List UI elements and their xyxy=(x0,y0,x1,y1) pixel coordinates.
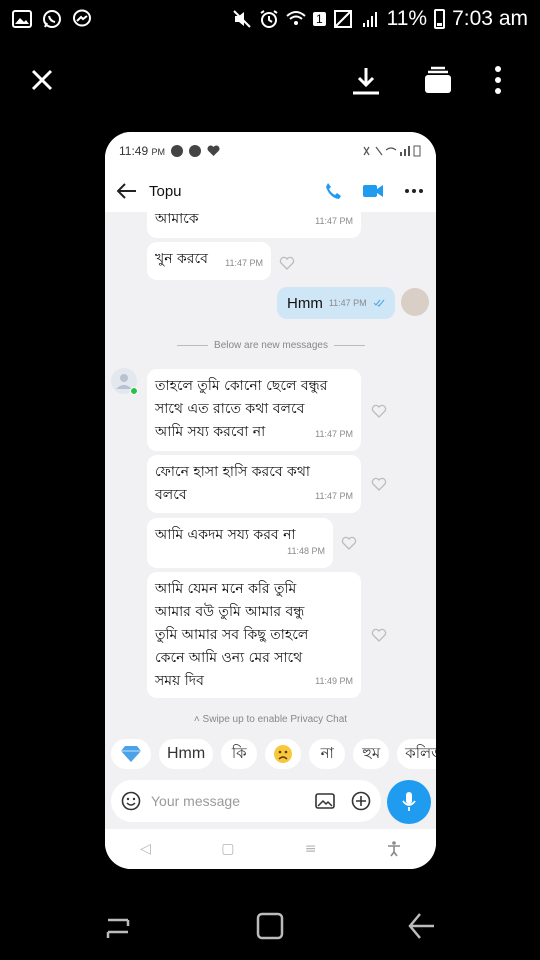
phone-time: 11:49 xyxy=(119,144,149,158)
divider-line xyxy=(333,345,366,346)
messenger-notification-icon xyxy=(73,9,91,27)
save-to-collection-button[interactable] xyxy=(418,60,458,100)
messenger-mini-icon-2 xyxy=(188,145,201,157)
gallery-notification-icon xyxy=(12,10,32,28)
no-sim-icon xyxy=(333,10,352,28)
worried-emoji-icon xyxy=(274,745,293,763)
contact-name[interactable]: Topu xyxy=(149,183,182,200)
phone-nav-bar: ◁ ▢ ≡ xyxy=(105,829,436,869)
status-bar: 1 11% 7:03 am xyxy=(0,0,540,38)
privacy-hint-text: Swipe up to enable Privacy Chat xyxy=(202,714,348,725)
message-time: 11:48 PM xyxy=(287,546,325,556)
alarm-icon xyxy=(260,10,278,28)
messenger-mini-icon xyxy=(170,145,183,157)
battery-icon xyxy=(434,9,446,29)
divider-label: Below are new messages xyxy=(214,340,328,351)
voice-record-button[interactable] xyxy=(387,780,431,824)
battery-percent: 11% xyxy=(386,7,428,30)
download-button[interactable] xyxy=(346,60,386,100)
menu-lines-icon[interactable]: ≡ xyxy=(305,841,317,857)
message-time: 11:49 PM xyxy=(315,676,353,686)
phone-status-icons xyxy=(363,145,421,157)
phone-clock: 11:49 PM xyxy=(119,144,165,158)
close-icon xyxy=(31,69,53,91)
quick-reply-chip[interactable]: না xyxy=(309,739,346,769)
emoji-chip[interactable] xyxy=(265,739,302,769)
download-icon xyxy=(353,68,379,95)
voice-call-icon[interactable] xyxy=(324,182,342,200)
shared-screenshot[interactable]: 11:49 PM Topu আমাকে 11:47 PM খুন করবে 11… xyxy=(105,132,436,869)
back-icon[interactable] xyxy=(404,908,440,944)
quick-reply-chip[interactable]: Hmm xyxy=(159,739,214,769)
message-bubble[interactable]: আমি একদম সয্য করব না 11:48 PM xyxy=(147,518,333,568)
heart-react-icon[interactable] xyxy=(341,536,357,550)
heart-react-icon[interactable] xyxy=(371,477,387,491)
sent-message-bubble[interactable]: Hmm 11:47 PM xyxy=(277,287,395,319)
accessibility-icon[interactable] xyxy=(387,841,401,857)
heart-react-icon[interactable] xyxy=(371,628,387,642)
chevron-up-icon: ˄ xyxy=(193,714,200,725)
message-time: 11:47 PM xyxy=(315,216,353,226)
message-time: 11:47 PM xyxy=(315,429,353,439)
message-bubble[interactable]: আমি যেমন মনে করি তুমি আমার বউ তুমি আমার … xyxy=(147,572,361,698)
wifi-icon xyxy=(286,11,306,25)
sticker-chip[interactable] xyxy=(111,739,151,769)
microphone-icon xyxy=(402,792,416,811)
add-icon[interactable] xyxy=(351,791,371,811)
home-icon[interactable] xyxy=(252,908,288,944)
heart-mini-icon xyxy=(207,145,220,156)
phone-status-bar: 11:49 PM xyxy=(105,132,436,170)
message-time: 11:47 PM xyxy=(328,298,367,308)
quick-reply-chip[interactable]: কি xyxy=(221,739,258,769)
heart-react-icon[interactable] xyxy=(279,256,295,270)
heart-react-icon[interactable] xyxy=(371,404,387,418)
divider-line xyxy=(177,345,209,346)
online-dot xyxy=(130,387,138,395)
recent-apps-icon[interactable] xyxy=(100,908,136,944)
message-time: 11:47 PM xyxy=(225,258,263,268)
gallery-icon[interactable] xyxy=(315,792,335,810)
close-button[interactable] xyxy=(22,60,62,100)
more-options-button[interactable] xyxy=(478,60,518,100)
message-input[interactable]: Your message xyxy=(151,793,315,809)
image-viewer-toolbar xyxy=(0,52,540,108)
clock: 7:03 am xyxy=(452,7,528,30)
privacy-chat-hint[interactable]: ˄ Swipe up to enable Privacy Chat xyxy=(105,714,436,725)
home-square-icon[interactable]: ▢ xyxy=(221,841,234,857)
message-text: Hmm xyxy=(287,294,323,312)
new-messages-divider: Below are new messages xyxy=(177,340,366,351)
quick-reply-chip[interactable]: হুম xyxy=(353,739,390,769)
my-avatar xyxy=(401,288,429,316)
message-bubble[interactable]: আমাকে 11:47 PM xyxy=(147,204,361,238)
collection-icon xyxy=(425,66,451,93)
delivered-check-icon xyxy=(373,299,385,307)
quick-reply-chip[interactable]: কলিজা xyxy=(397,739,436,769)
mute-icon xyxy=(233,10,251,28)
quick-reply-bar: Hmm কি না হুম কলিজা xyxy=(105,736,436,772)
back-arrow-icon[interactable] xyxy=(117,183,137,199)
video-call-icon[interactable] xyxy=(362,183,384,199)
emoji-icon[interactable] xyxy=(121,791,141,811)
whatsapp-notification-icon xyxy=(43,10,61,28)
system-nav-bar xyxy=(0,890,540,960)
phone-ampm: PM xyxy=(151,147,165,157)
back-triangle-icon[interactable]: ◁ xyxy=(140,841,151,857)
contact-avatar[interactable] xyxy=(111,368,138,395)
message-bubble[interactable]: তাহলে তুমি কোনো ছেলে বন্ধুর সাথে এত রাতে… xyxy=(147,369,361,451)
message-bubble[interactable]: খুন করবে 11:47 PM xyxy=(147,242,271,280)
signal-icon xyxy=(362,12,377,27)
more-vertical-icon xyxy=(495,66,501,94)
message-bubble[interactable]: ফোনে হাসা হাসি করবে কথা বলবে 11:47 PM xyxy=(147,455,361,513)
message-time: 11:47 PM xyxy=(315,491,353,501)
message-composer[interactable]: Your message xyxy=(111,780,381,822)
diamond-sticker-icon xyxy=(121,746,141,762)
more-horizontal-icon[interactable] xyxy=(404,188,424,194)
sim-badge: 1 xyxy=(312,12,326,26)
